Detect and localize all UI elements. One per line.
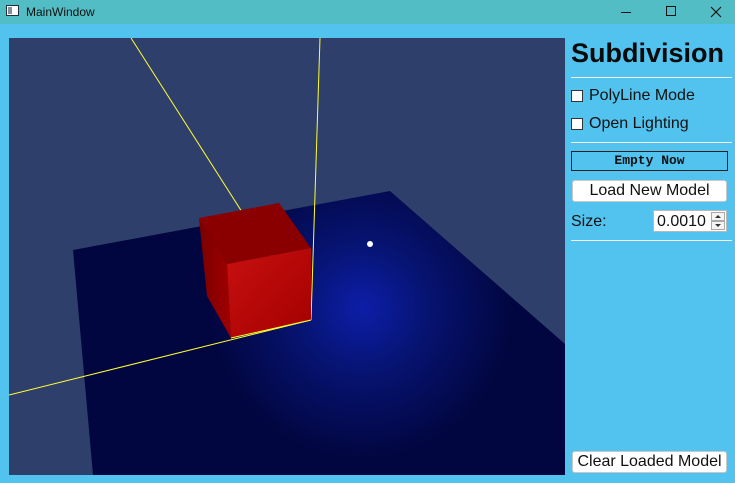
- spin-down-icon[interactable]: [711, 221, 725, 230]
- polyline-mode-checkbox-row[interactable]: PolyLine Mode: [571, 86, 695, 106]
- window-title: MainWindow: [26, 5, 95, 19]
- minimize-icon[interactable]: [603, 0, 649, 24]
- 3d-viewport[interactable]: [9, 38, 565, 475]
- polyline-mode-label[interactable]: PolyLine Mode: [589, 87, 695, 105]
- polyline-mode-checkbox[interactable]: [571, 90, 583, 102]
- main-window: MainWindow Subdivision PolyLine Mode Ope…: [0, 0, 735, 483]
- size-value[interactable]: 0.0010: [657, 213, 706, 231]
- clear-loaded-model-button[interactable]: Clear Loaded Model: [572, 451, 727, 473]
- divider: [571, 77, 732, 78]
- open-lighting-checkbox-row[interactable]: Open Lighting: [571, 114, 689, 134]
- divider: [571, 142, 732, 143]
- open-lighting-label[interactable]: Open Lighting: [589, 115, 689, 133]
- app-window-icon: [6, 5, 19, 16]
- close-icon[interactable]: [693, 0, 735, 24]
- title-bar[interactable]: MainWindow: [0, 0, 735, 24]
- status-display: Empty Now: [571, 151, 728, 171]
- open-lighting-checkbox[interactable]: [571, 118, 583, 130]
- control-panel: Subdivision PolyLine Mode Open Lighting …: [566, 38, 735, 483]
- size-spinbox[interactable]: 0.0010: [653, 210, 727, 232]
- panel-heading: Subdivision: [571, 38, 725, 68]
- load-new-model-button[interactable]: Load New Model: [572, 180, 727, 202]
- maximize-icon[interactable]: [648, 0, 694, 24]
- spin-up-icon[interactable]: [711, 212, 725, 221]
- floor-plane: [73, 191, 565, 475]
- size-label: Size:: [571, 213, 607, 230]
- light-source-dot: [367, 241, 373, 247]
- divider: [571, 240, 732, 241]
